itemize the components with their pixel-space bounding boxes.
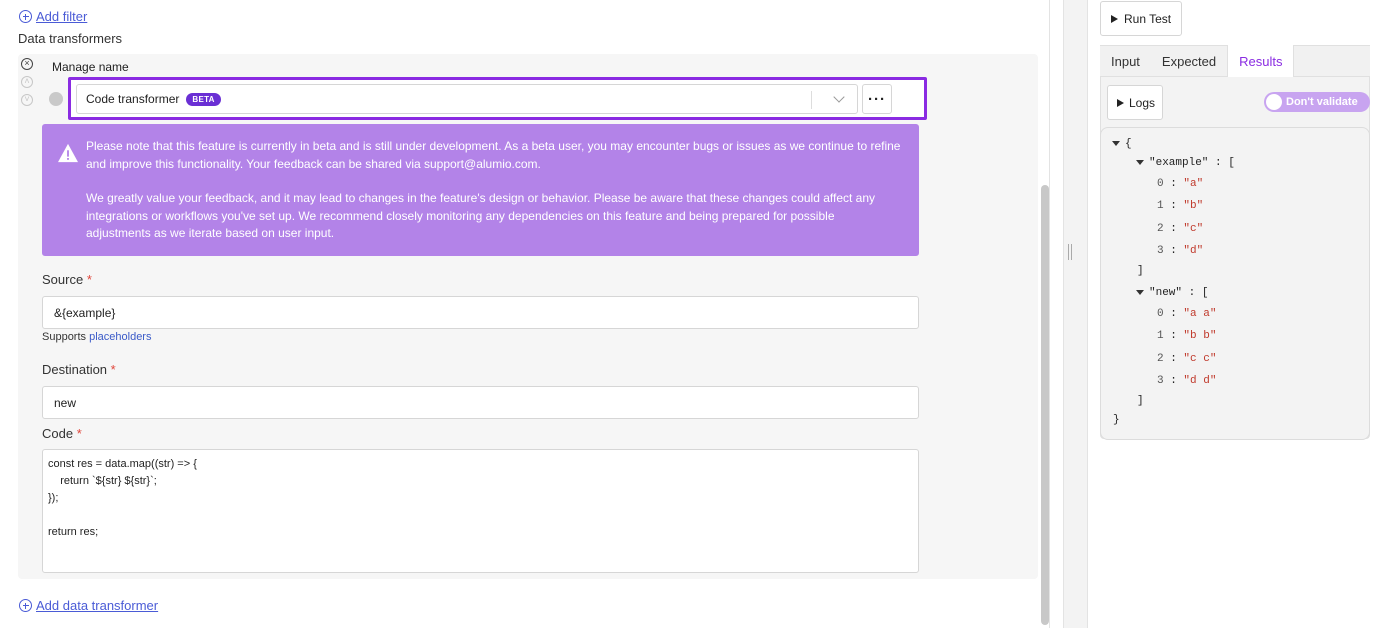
json-example-line: "example" : [ <box>1149 157 1235 169</box>
json-item: 2 : "c c" <box>1157 353 1217 365</box>
tab-expected[interactable]: Expected <box>1151 46 1227 77</box>
add-filter-link[interactable]: Add filter <box>19 9 87 24</box>
destination-input[interactable]: new <box>42 386 919 419</box>
transformer-select-focus: Code transformer BETA ··· <box>68 77 927 120</box>
source-value: &{example} <box>54 305 116 320</box>
more-options-button[interactable]: ··· <box>862 84 892 114</box>
destination-label: Destination * <box>42 362 116 377</box>
status-dot <box>49 92 63 106</box>
json-close-bracket: ] <box>1137 265 1144 277</box>
run-test-label: Run Test <box>1124 11 1172 26</box>
json-result-viewer: { "example" : [ 0 : "a" 1 : "b" 2 : "c" … <box>1100 127 1370 440</box>
beta-notice: Please note that this feature is current… <box>42 124 919 256</box>
collapse-root-icon[interactable] <box>1112 141 1120 146</box>
beta-badge: BETA <box>186 92 221 106</box>
transformer-controls: × ˄ ˅ <box>21 58 33 106</box>
notice-paragraph-2: We greatly value your feedback, and it m… <box>86 191 876 240</box>
json-item: 2 : "c" <box>1157 223 1204 235</box>
dont-validate-toggle[interactable]: Don't validate <box>1264 92 1370 112</box>
code-label: Code * <box>42 426 82 441</box>
add-data-transformer-label: Add data transformer <box>36 598 159 613</box>
play-icon <box>1111 14 1118 23</box>
resize-handle-icon[interactable] <box>1067 244 1073 260</box>
placeholders-link[interactable]: placeholders <box>89 331 151 343</box>
json-open-brace: { <box>1125 138 1132 150</box>
logs-label: Logs <box>1129 95 1156 110</box>
add-circle-icon <box>19 10 32 23</box>
pane-divider[interactable] <box>1063 0 1088 628</box>
add-data-transformer-link[interactable]: Add data transformer <box>19 598 158 613</box>
move-down-icon[interactable]: ˅ <box>21 94 33 106</box>
remove-icon[interactable]: × <box>21 58 33 70</box>
run-test-button[interactable]: Run Test <box>1100 1 1182 36</box>
move-up-icon[interactable]: ˄ <box>21 76 33 88</box>
toggle-knob <box>1266 94 1282 110</box>
json-item: 0 : "a" <box>1157 178 1204 190</box>
collapse-new-icon[interactable] <box>1136 290 1144 295</box>
expand-icon <box>1117 98 1124 107</box>
section-title: Data transformers <box>18 31 123 46</box>
source-hint: Supports placeholders <box>42 331 152 343</box>
json-close-bracket: ] <box>1137 395 1144 407</box>
destination-value: new <box>54 395 77 410</box>
logs-button[interactable]: Logs <box>1107 85 1163 120</box>
json-item: 3 : "d d" <box>1157 375 1217 387</box>
tab-input[interactable]: Input <box>1100 46 1151 77</box>
json-item: 1 : "b" <box>1157 200 1204 212</box>
test-tabs: Input Expected Results <box>1100 45 1370 77</box>
warning-icon <box>58 143 78 163</box>
ellipsis-icon: ··· <box>868 90 886 108</box>
collapse-example-icon[interactable] <box>1136 160 1144 165</box>
source-input[interactable]: &{example} <box>42 296 919 329</box>
json-item: 1 : "b b" <box>1157 330 1217 342</box>
add-circle-icon <box>19 599 32 612</box>
chevron-down-icon[interactable] <box>833 91 845 103</box>
transformer-select[interactable]: Code transformer BETA <box>76 84 858 114</box>
toggle-label: Don't validate <box>1286 96 1358 108</box>
manage-name-label[interactable]: Manage name <box>52 60 129 74</box>
json-item: 0 : "a a" <box>1157 308 1217 320</box>
json-close-brace: } <box>1113 414 1120 426</box>
notice-paragraph-1: Please note that this feature is current… <box>86 139 901 171</box>
editor-scrollbar[interactable] <box>1041 185 1049 625</box>
add-filter-label: Add filter <box>36 9 88 24</box>
json-item: 3 : "d" <box>1157 245 1204 257</box>
tab-results[interactable]: Results <box>1227 45 1295 77</box>
source-label: Source * <box>42 272 92 287</box>
json-new-line: "new" : [ <box>1149 287 1209 299</box>
select-separator <box>811 91 812 109</box>
transformer-select-value: Code transformer <box>86 92 180 106</box>
code-editor[interactable]: const res = data.map((str) => { return `… <box>42 449 919 573</box>
